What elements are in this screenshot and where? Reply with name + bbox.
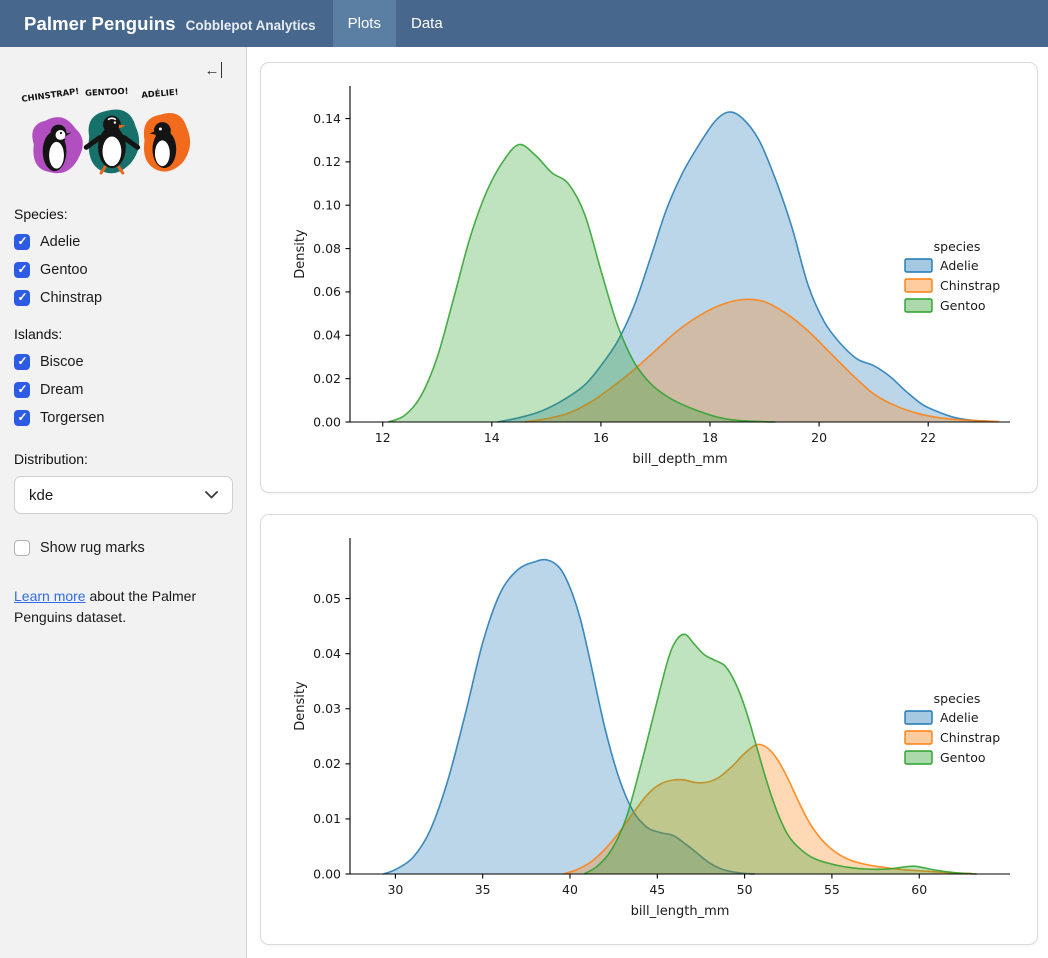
- y-tick-label: 0.00: [313, 414, 341, 429]
- card-bill-depth: 12 14 16 18 20 22 0.00 0.02 0.04 0.06 0.08 0.10 0.12…: [260, 62, 1038, 493]
- checkbox-row-biscoe[interactable]: Biscoe: [14, 354, 232, 370]
- chevron-down-icon: [205, 491, 218, 499]
- tab-plots[interactable]: Plots: [333, 0, 396, 47]
- y-tick-label: 0.12: [313, 154, 341, 169]
- y-axis-label: Density: [293, 681, 308, 731]
- y-tick-label: 0.14: [313, 111, 341, 126]
- x-tick-label: 30: [387, 882, 403, 897]
- sidebar-collapse-button[interactable]: ←: [205, 62, 223, 78]
- x-tick-label: 50: [737, 882, 753, 897]
- checkbox-row-adelie[interactable]: Adelie: [14, 234, 232, 250]
- checkbox-torgersen-label: Torgersen: [40, 410, 104, 426]
- checkbox-biscoe-icon[interactable]: [14, 354, 30, 370]
- collapse-bar-icon: [221, 62, 223, 78]
- legend-label-Chinstrap: Chinstrap: [940, 730, 1000, 745]
- sidebar: ←: [0, 47, 247, 958]
- islands-heading: Islands:: [14, 326, 232, 342]
- y-tick-label: 0.00: [313, 866, 341, 881]
- density-plot-bill_depth_mm: 12 14 16 18 20 22 0.00 0.02 0.04 0.06 0.08 0.10 0.12…: [264, 66, 1036, 490]
- checkbox-rug-icon[interactable]: [14, 540, 30, 556]
- x-axis-label: bill_depth_mm: [632, 452, 727, 467]
- checkbox-chinstrap-icon[interactable]: [14, 290, 30, 306]
- checkbox-row-chinstrap[interactable]: Chinstrap: [14, 290, 232, 306]
- tab-data[interactable]: Data: [396, 0, 458, 47]
- distribution-heading: Distribution:: [14, 451, 232, 467]
- y-tick-label: 0.04: [313, 328, 341, 343]
- checkbox-torgersen-icon[interactable]: [14, 410, 30, 426]
- artwork-label-chinstrap: CHINSTRAP!: [21, 86, 80, 104]
- app-title: Palmer Penguins: [24, 13, 176, 35]
- checkbox-row-rug[interactable]: Show rug marks: [14, 540, 232, 556]
- x-tick-label: 60: [911, 882, 927, 897]
- artwork-label-adelie: ADÉLIE!: [141, 86, 179, 100]
- legend-label-Chinstrap: Chinstrap: [940, 278, 1000, 293]
- checkbox-gentoo-icon[interactable]: [14, 262, 30, 278]
- x-tick-label: 12: [375, 430, 391, 445]
- legend-swatch-Chinstrap: [905, 731, 932, 744]
- navbar: Palmer Penguins Cobblepot Analytics Plot…: [0, 0, 1048, 47]
- y-tick-label: 0.10: [313, 198, 341, 213]
- y-tick-label: 0.05: [313, 591, 341, 606]
- legend-label-Gentoo: Gentoo: [940, 750, 986, 765]
- x-tick-label: 22: [920, 430, 936, 445]
- legend-swatch-Chinstrap: [905, 279, 932, 292]
- chart-bill-depth: 12 14 16 18 20 22 0.00 0.02 0.04 0.06 0.08 0.10 0.12…: [264, 66, 1037, 490]
- learn-more-link[interactable]: Learn more: [14, 588, 86, 604]
- collapse-left-icon: ←: [205, 63, 220, 78]
- legend-swatch-Adelie: [905, 259, 932, 272]
- x-axis-label: bill_length_mm: [631, 904, 730, 919]
- learn-more-note: Learn more about the Palmer Penguins dat…: [14, 586, 224, 628]
- nav-tabs: Plots Data: [333, 0, 458, 47]
- legend-title: species: [934, 691, 981, 706]
- legend-swatch-Gentoo: [905, 299, 932, 312]
- checkbox-adelie-label: Adelie: [40, 234, 80, 250]
- distribution-select[interactable]: kde: [14, 476, 233, 514]
- y-tick-label: 0.02: [313, 756, 341, 771]
- legend-title: species: [934, 239, 981, 254]
- legend-swatch-Gentoo: [905, 751, 932, 764]
- checkbox-dream-icon[interactable]: [14, 382, 30, 398]
- legend-label-Gentoo: Gentoo: [940, 298, 986, 313]
- distribution-select-value: kde: [29, 487, 53, 504]
- main-content: 12 14 16 18 20 22 0.00 0.02 0.04 0.06 0.08 0.10 0.12…: [247, 47, 1048, 958]
- checkbox-dream-label: Dream: [40, 382, 84, 398]
- x-tick-label: 14: [484, 430, 500, 445]
- x-tick-label: 40: [562, 882, 578, 897]
- y-tick-label: 0.08: [313, 241, 341, 256]
- app-subtitle: Cobblepot Analytics: [186, 18, 316, 33]
- x-tick-label: 16: [593, 430, 609, 445]
- chart-bill-length: 30 35 40 45 50 55 60 0.00 0.01 0.02 0.03 0.04 0.05 bi…: [264, 518, 1037, 942]
- brand: Palmer Penguins Cobblepot Analytics: [0, 13, 316, 35]
- checkbox-adelie-icon[interactable]: [14, 234, 30, 250]
- y-tick-label: 0.02: [313, 371, 341, 386]
- species-heading: Species:: [14, 206, 232, 222]
- y-axis-label: Density: [293, 229, 308, 279]
- x-tick-label: 18: [702, 430, 718, 445]
- legend-label-Adelie: Adelie: [940, 258, 979, 273]
- checkbox-gentoo-label: Gentoo: [40, 262, 88, 278]
- checkbox-chinstrap-label: Chinstrap: [40, 290, 102, 306]
- checkbox-biscoe-label: Biscoe: [40, 354, 84, 370]
- checkbox-row-gentoo[interactable]: Gentoo: [14, 262, 232, 278]
- legend-swatch-Adelie: [905, 711, 932, 724]
- x-tick-label: 45: [649, 882, 665, 897]
- checkbox-rug-label: Show rug marks: [40, 540, 145, 556]
- x-tick-label: 55: [824, 882, 840, 897]
- legend-label-Adelie: Adelie: [940, 710, 979, 725]
- card-bill-length: 30 35 40 45 50 55 60 0.00 0.01 0.02 0.03 0.04 0.05 bi…: [260, 514, 1038, 945]
- y-tick-label: 0.01: [313, 811, 341, 826]
- x-tick-label: 35: [475, 882, 491, 897]
- penguin-artwork: CHINSTRAP! GENTOO! ADÉLIE!: [14, 85, 196, 180]
- density-plot-bill_length_mm: 30 35 40 45 50 55 60 0.00 0.01 0.02 0.03 0.04 0.05 bi…: [264, 518, 1036, 942]
- artwork-label-gentoo: GENTOO!: [85, 86, 129, 98]
- checkbox-row-dream[interactable]: Dream: [14, 382, 232, 398]
- checkbox-row-torgersen[interactable]: Torgersen: [14, 410, 232, 426]
- y-tick-label: 0.03: [313, 701, 341, 716]
- y-tick-label: 0.06: [313, 284, 341, 299]
- x-tick-label: 20: [811, 430, 827, 445]
- y-tick-label: 0.04: [313, 646, 341, 661]
